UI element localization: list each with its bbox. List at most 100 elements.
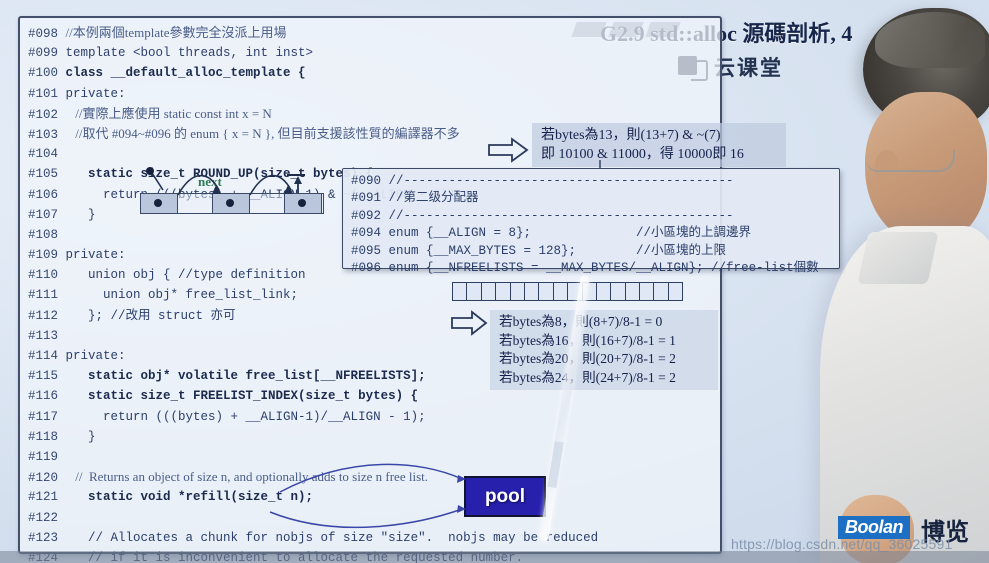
enum-code-line: #096 enum {__NFREELISTS = __MAX_BYTES/__… <box>351 260 819 275</box>
enum-code-listing: #090 //---------------------------------… <box>351 173 835 277</box>
freelist-cell <box>480 282 496 301</box>
line-text: union obj { //type definition <box>65 268 306 283</box>
code-line: #122 <box>28 508 716 528</box>
freelist-cell <box>466 282 481 301</box>
line-number: #112 <box>28 308 66 323</box>
null-terminator-bar <box>287 174 305 176</box>
enum-code-line: #090 //---------------------------------… <box>351 174 734 188</box>
line-text: //取代 #094~#096 的 enum { x = N }, 但目前支援該性… <box>65 125 460 141</box>
line-number: #101 <box>28 86 66 101</box>
bottom-bar <box>0 551 989 563</box>
line-number: #100 <box>28 66 66 81</box>
line-number: #105 <box>28 167 66 182</box>
presenter-glasses <box>867 150 955 172</box>
callout-freelist-index: 若bytes為8，則(8+7)/8-1 = 0 若bytes為16，則(16+7)… <box>490 310 718 391</box>
pool-box: pool <box>464 476 546 517</box>
line-number: #111 <box>28 288 66 303</box>
node-dot <box>154 199 162 207</box>
freelist-cell <box>610 282 625 301</box>
line-text: static void *refill(size_t n); <box>65 490 314 505</box>
callout-round-up: 若bytes為13，則(13+7) & ~(7) 即 10100 & 11000… <box>532 123 786 167</box>
line-text: private: <box>65 349 126 363</box>
line-number: #117 <box>28 409 66 424</box>
line-number: #109 <box>28 248 66 263</box>
enum-overlay-box: #090 //---------------------------------… <box>342 168 840 275</box>
line-number: #104 <box>28 147 66 162</box>
line-text: // Allocates a chunk for nobjs of size "… <box>65 530 599 545</box>
line-text: }; //改用 struct 亦可 <box>65 308 236 323</box>
code-line: #120 // Returns an object of size n, and… <box>28 467 716 487</box>
node-dot <box>298 199 306 207</box>
code-line: #121 static void *refill(size_t n); <box>28 487 716 507</box>
freelist-array <box>452 282 684 301</box>
enum-code-line: #091 //第二级分配器 <box>351 191 479 206</box>
line-text: //實際上應使用 static const int x = N <box>65 105 272 121</box>
line-text: static obj* volatile free_list[__NFREELI… <box>65 369 426 384</box>
callout-line: 若bytes為16，則(16+7)/8-1 = 1 <box>499 332 676 348</box>
line-number: #108 <box>28 227 66 242</box>
code-line: #100 class __default_alloc_template { <box>28 63 716 83</box>
freelist-cell <box>639 282 654 301</box>
enum-code-line: #092 //---------------------------------… <box>351 208 734 223</box>
line-number: #103 <box>28 127 66 142</box>
line-number: #102 <box>28 107 66 122</box>
line-number: #114 <box>28 349 66 363</box>
code-line: #119 <box>28 447 716 467</box>
line-number: #122 <box>28 510 66 525</box>
line-number: #107 <box>28 207 66 222</box>
brand-label: 云课堂 <box>714 57 783 80</box>
freelist-cell <box>667 282 684 301</box>
freelist-cell <box>509 282 524 301</box>
line-number: #118 <box>28 429 66 444</box>
line-number: #110 <box>28 268 66 283</box>
line-number: #119 <box>28 449 66 464</box>
callout-line: 若bytes為8，則(8+7)/8-1 = 0 <box>499 314 663 329</box>
freelist-cell <box>653 282 668 301</box>
code-line: #101 private: <box>28 84 716 104</box>
line-text: template <bool threads, int inst> <box>65 46 314 61</box>
line-text: // Returns an object of size n, and opti… <box>65 469 428 485</box>
line-text: private: <box>65 248 126 263</box>
line-number: #120 <box>28 471 66 486</box>
node-dot <box>226 199 234 207</box>
freelist-cell <box>595 282 611 301</box>
line-number: #113 <box>28 328 66 343</box>
slide: G2.9 std::alloc 源碼剖析, 4 云课堂 #098 //本例兩個t… <box>18 8 858 563</box>
freelist-cell <box>495 282 510 301</box>
line-number: #123 <box>28 530 66 545</box>
line-text: static size_t FREELIST_INDEX(size_t byte… <box>65 389 419 404</box>
code-line: #118 } <box>28 427 716 447</box>
line-text: } <box>65 429 96 444</box>
callout-line: 若bytes為20，則(20+7)/8-1 = 2 <box>499 351 676 367</box>
line-text: class __default_alloc_template { <box>65 66 306 81</box>
callout-line: 若bytes為24，則(24+7)/8-1 = 2 <box>499 369 676 385</box>
enum-code-line: #095 enum {__MAX_BYTES = 128}; //小區塊的上限 <box>351 243 727 258</box>
line-text: return (((bytes) + __ALIGN-1)/__ALIGN - … <box>65 409 426 424</box>
code-line: #099 template <bool threads, int inst> <box>28 43 716 63</box>
callout-round-up-line1: 若bytes為13，則(13+7) & ~(7) <box>541 128 721 143</box>
line-number: #099 <box>28 46 66 61</box>
code-line: #117 return (((bytes) + __ALIGN-1)/__ALI… <box>28 407 716 427</box>
linked-list-diagram: next <box>140 174 324 214</box>
next-label: next <box>198 174 222 189</box>
video-frame: G2.9 std::alloc 源碼剖析, 4 云课堂 #098 //本例兩個t… <box>0 0 989 563</box>
line-number: #098 <box>28 27 66 41</box>
callout-round-up-line2: 即 10100 & 11000，得 10000即 16 <box>541 147 744 162</box>
line-text: private: <box>65 86 126 101</box>
line-number: #116 <box>28 389 66 404</box>
freelist-cell <box>552 282 568 301</box>
enum-code-line: #094 enum {__ALIGN = 8}; //小區塊的上調邊界 <box>351 226 752 241</box>
line-text: //本例兩個template參數完全沒派上用場 <box>65 25 287 40</box>
freelist-cell <box>523 282 539 301</box>
freelist-cell <box>452 282 467 301</box>
code-line: #123 // Allocates a chunk for nobjs of s… <box>28 528 716 548</box>
line-text: } <box>65 207 96 222</box>
freelist-cell <box>624 282 640 301</box>
code-line: #098 //本例兩個template參數完全沒派上用場 <box>28 23 716 43</box>
line-text: union obj* free_list_link; <box>65 288 299 303</box>
line-number: #121 <box>28 490 66 505</box>
line-number: #106 <box>28 187 66 202</box>
freelist-cell <box>538 282 553 301</box>
watermark-url: https://blog.csdn.net/qq_36025591 <box>731 536 953 552</box>
line-number: #115 <box>28 369 66 384</box>
